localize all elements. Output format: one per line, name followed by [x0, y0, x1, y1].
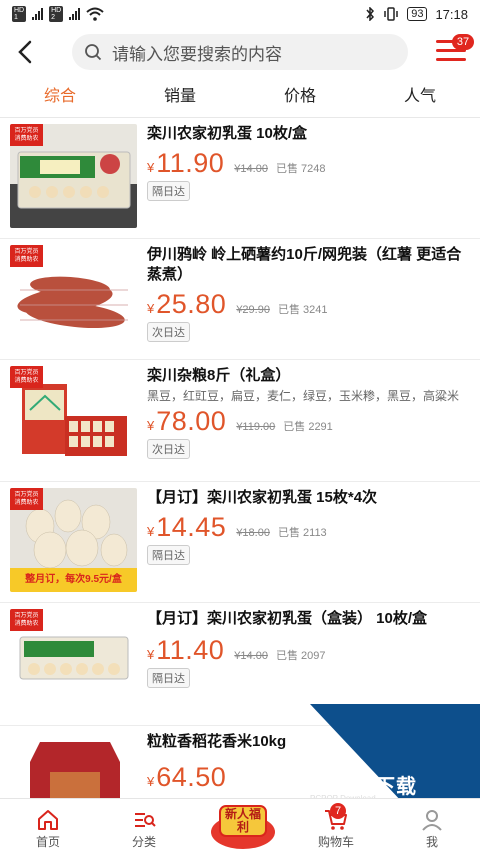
sort-tabs: 综合 销量 价格 人气 — [0, 76, 480, 118]
promo-tag: 百万党员消费助农 — [10, 124, 43, 146]
bluetooth-icon — [366, 7, 375, 21]
product-item[interactable]: 百万党员消费助农 整月订，每次9.5元/盒 【月订】栾川农家初乳蛋 15枚*4次… — [0, 482, 480, 603]
category-icon — [135, 813, 156, 827]
battery-indicator: 93 — [407, 7, 428, 21]
delivery-badge: 隔日达 — [147, 545, 190, 565]
product-price: 64.50 — [156, 762, 227, 792]
delivery-badge: 次日达 — [147, 439, 190, 459]
currency-symbol: ¥ — [147, 160, 155, 175]
promo-tag: 百万党员消费助农 — [10, 609, 43, 631]
search-input[interactable]: 请输入您要搜索的内容 — [112, 40, 282, 65]
currency-symbol: ¥ — [147, 774, 155, 789]
nav-label: 我 — [425, 835, 438, 849]
currency-symbol: ¥ — [147, 301, 155, 316]
tab-sales[interactable]: 销量 — [120, 76, 240, 117]
currency-symbol: ¥ — [147, 524, 155, 539]
home-icon — [38, 810, 58, 830]
hd-indicator-2: HD 2 — [49, 6, 64, 22]
product-image: 百万党员消费助农 — [10, 124, 137, 228]
menu-badge: 37 — [452, 34, 474, 50]
sold-count: 已售 2097 — [275, 650, 326, 662]
currency-symbol: ¥ — [147, 418, 155, 433]
product-price: 11.40 — [156, 635, 225, 665]
original-price: ¥18.00 — [236, 527, 270, 539]
tab-popularity[interactable]: 人气 — [360, 76, 480, 117]
product-title: 栾川农家初乳蛋 10枚/盒 — [147, 125, 308, 142]
signal-icon — [32, 8, 44, 20]
promo-banner: 整月订，每次9.5元/盒 — [25, 574, 122, 585]
signal-icon-2 — [69, 8, 81, 20]
cart-badge: 7 — [330, 803, 346, 819]
original-price: ¥14.00 — [234, 650, 268, 662]
product-item[interactable]: 百万党员消费助农 栾川农家初乳蛋 10枚/盒 ¥ 11.90 ¥14.00 已售… — [0, 118, 480, 239]
promo-tag: 百万党员消费助农 — [10, 366, 43, 388]
new-user-gift-label: 新人福利 — [224, 807, 261, 834]
tab-comprehensive[interactable]: 综合 — [0, 76, 120, 117]
delivery-badge: 次日达 — [147, 322, 190, 342]
product-description: 黑豆，红豇豆，扁豆，麦仁，绿豆，玉米糁，黑豆，高粱米 — [147, 389, 460, 403]
vibrate-icon — [384, 7, 398, 21]
nav-label: 首页 — [35, 835, 60, 849]
nav-profile[interactable]: 我 — [384, 799, 480, 853]
product-title: 栾川杂粮8斤（礼盒） — [147, 367, 291, 384]
currency-symbol: ¥ — [147, 647, 155, 662]
nav-home[interactable]: 首页 — [0, 799, 96, 853]
product-price: 11.90 — [156, 148, 225, 178]
sold-count: 已售 7248 — [275, 163, 326, 175]
sold-count: 已售 2113 — [277, 527, 327, 539]
nav-label: 分类 — [131, 835, 156, 849]
product-title: 伊川鸦岭 岭上硒薯约10斤/网兜装（红薯 更适合蒸煮） — [147, 246, 462, 283]
delivery-badge: 隔日达 — [147, 668, 190, 688]
delivery-badge: 隔日达 — [147, 181, 190, 201]
nav-label: 购物车 — [317, 835, 354, 849]
search-icon — [85, 44, 102, 61]
hd-indicator: HD 1 — [12, 6, 27, 22]
tab-price[interactable]: 价格 — [240, 76, 360, 117]
original-price: ¥119.00 — [236, 421, 276, 433]
profile-icon — [422, 810, 442, 831]
promo-tag: 百万党员消费助农 — [10, 488, 43, 510]
new-user-gift-button[interactable]: 新人福利 — [208, 800, 278, 850]
product-title: 【月订】栾川农家初乳蛋 15枚*4次 — [147, 489, 378, 506]
product-item[interactable]: 百万党员消费助农 伊川鸦岭 岭上硒薯约10斤/网兜装（红薯 更适合蒸煮） ¥ 2… — [0, 239, 480, 360]
clock: 17:18 — [435, 6, 468, 22]
promo-tag: 百万党员消费助农 — [10, 245, 43, 267]
product-image: 百万党员消费助农 — [10, 609, 137, 713]
product-price: 78.00 — [156, 406, 227, 436]
status-bar: HD 1 HD 2 93 17:18 — [0, 0, 480, 28]
wifi-icon — [86, 7, 104, 21]
product-item[interactable]: 百万党员消费助农 栾川杂粮8斤（礼盒） 黑豆，红豇豆，扁豆，麦仁，绿豆，玉米糁，… — [0, 360, 480, 482]
product-image: 百万党员消费助农 — [10, 366, 137, 470]
product-price: 25.80 — [156, 289, 227, 319]
product-title: 【月订】栾川农家初乳蛋（盒装） 10枚/盒 — [147, 610, 428, 627]
sold-count: 已售 3241 — [277, 304, 328, 316]
product-price: 14.45 — [156, 512, 227, 542]
product-image: 百万党员消费助农 整月订，每次9.5元/盒 — [10, 488, 137, 592]
search-bar[interactable]: 请输入您要搜索的内容 — [72, 34, 408, 70]
sold-count: 已售 2291 — [283, 421, 333, 433]
original-price: ¥29.90 — [236, 304, 270, 316]
back-icon[interactable] — [14, 39, 38, 65]
product-image: 百万党员消费助农 — [10, 245, 137, 349]
header: 请输入您要搜索的内容 — [0, 28, 480, 76]
original-price: ¥14.00 — [234, 163, 268, 175]
nav-category[interactable]: 分类 — [96, 799, 192, 853]
